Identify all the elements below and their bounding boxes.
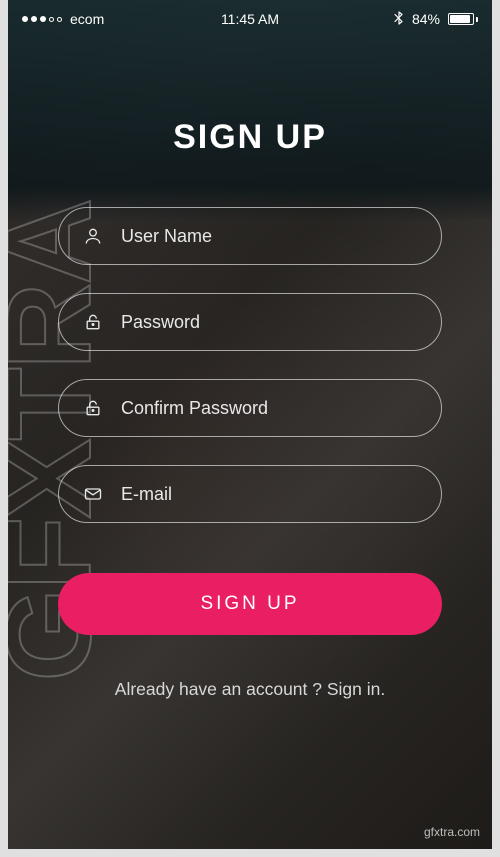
clock: 11:45 AM — [221, 11, 279, 27]
signup-form-container: SIGN UP — [8, 38, 492, 700]
confirm-password-input[interactable] — [121, 398, 417, 419]
signin-link[interactable]: Already have an account ? Sign in. — [115, 679, 385, 700]
lock-icon — [83, 312, 103, 332]
lock-icon — [83, 398, 103, 418]
app-screen: ecom 11:45 AM 84% GFXTRA SIGN UP — [8, 0, 492, 849]
bluetooth-icon — [394, 10, 404, 29]
signup-form — [58, 207, 442, 523]
user-icon — [83, 226, 103, 246]
confirm-password-field[interactable] — [58, 379, 442, 437]
password-field[interactable] — [58, 293, 442, 351]
watermark-site: gfxtra.com — [424, 825, 480, 839]
signal-strength-icon — [22, 16, 62, 22]
status-left: ecom — [22, 11, 104, 27]
email-icon — [83, 484, 103, 504]
battery-icon — [448, 13, 478, 25]
signup-button[interactable]: SIGN UP — [58, 573, 442, 635]
username-field[interactable] — [58, 207, 442, 265]
carrier-label: ecom — [70, 11, 104, 27]
username-input[interactable] — [121, 226, 417, 247]
status-right: 84% — [394, 10, 478, 29]
page-title: SIGN UP — [173, 118, 327, 157]
email-input[interactable] — [121, 484, 417, 505]
password-input[interactable] — [121, 312, 417, 333]
email-field[interactable] — [58, 465, 442, 523]
status-bar: ecom 11:45 AM 84% — [8, 0, 492, 38]
battery-percent: 84% — [412, 11, 440, 27]
